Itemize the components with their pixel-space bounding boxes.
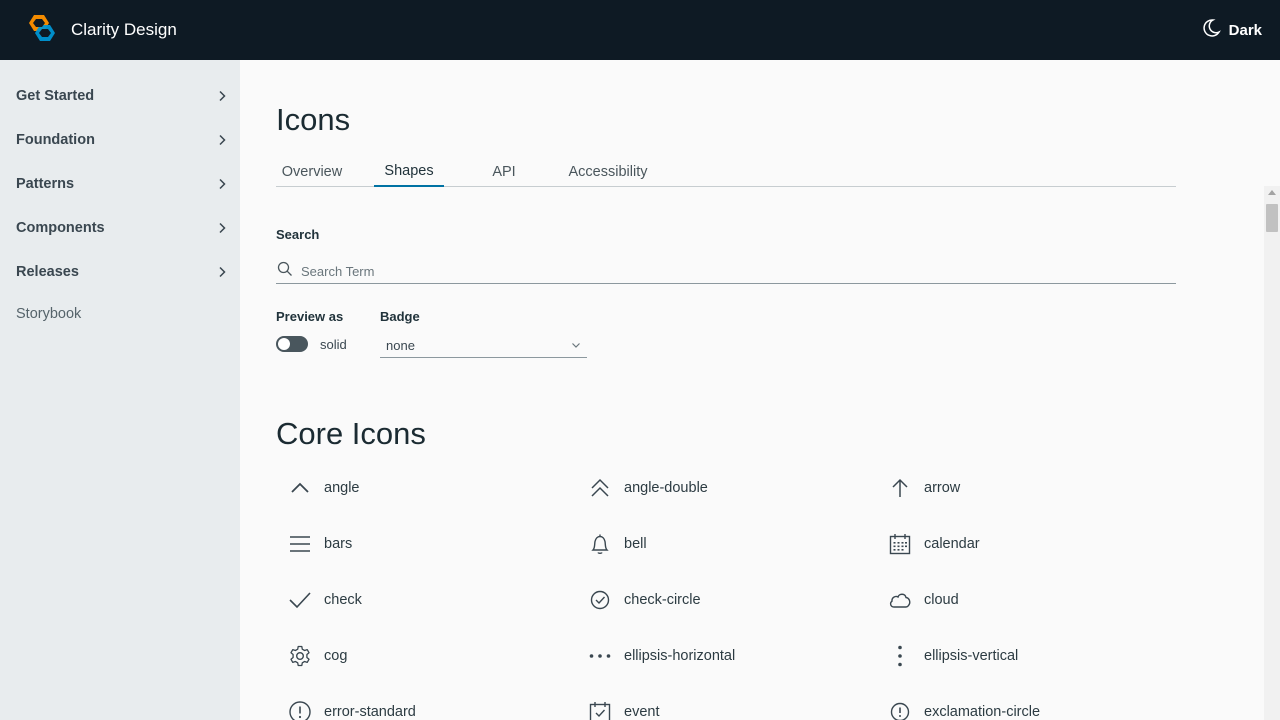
- search-field: [276, 260, 1176, 284]
- icon-tile-label: ellipsis-vertical: [924, 648, 1019, 664]
- tab-overview[interactable]: Overview: [276, 156, 348, 187]
- brand[interactable]: Clarity Design: [24, 13, 177, 48]
- icon-tile-label: cog: [324, 648, 348, 664]
- scroll-thumb[interactable]: [1266, 204, 1278, 232]
- icon-tile-label: check-circle: [624, 592, 701, 608]
- icon-tile-label: cloud: [924, 592, 959, 608]
- icon-tile-label: angle: [324, 480, 360, 496]
- sidebar-nav: Get Started Foundation Patterns Componen…: [0, 60, 240, 720]
- icon-tile-cloud[interactable]: cloud: [876, 582, 1176, 618]
- app-header: Clarity Design Dark: [0, 0, 1280, 60]
- cloud-icon: [888, 588, 912, 612]
- sidebar-item-components[interactable]: Components: [0, 206, 240, 250]
- dark-mode-label: Dark: [1228, 21, 1262, 39]
- icon-tile-label: error-standard: [324, 704, 416, 720]
- page-scrollbar[interactable]: [1264, 186, 1280, 720]
- chevron-right-icon: [216, 90, 228, 102]
- icon-tile-angle-double[interactable]: angle-double: [576, 470, 876, 506]
- angle-double-icon: [588, 476, 612, 500]
- sidebar-item-foundation[interactable]: Foundation: [0, 118, 240, 162]
- icon-tile-arrow[interactable]: arrow: [876, 470, 1176, 506]
- cog-icon: [288, 644, 312, 668]
- event-icon: [588, 700, 612, 720]
- chevron-down-icon: [571, 338, 581, 353]
- clarity-logo-icon: [24, 13, 60, 48]
- brand-title: Clarity Design: [71, 20, 177, 39]
- badge-select-value: none: [386, 338, 415, 353]
- search-input[interactable]: [301, 264, 1161, 279]
- search-icon: [277, 261, 293, 282]
- preview-as-label: Preview as: [276, 309, 344, 324]
- icon-tile-label: exclamation-circle: [924, 704, 1041, 720]
- ellipsis-horizontal-icon: [588, 644, 612, 668]
- icon-grid: angle angle-double arrow bars bell calen…: [276, 470, 1176, 720]
- icon-tile-exclamation-circle[interactable]: exclamation-circle: [876, 694, 1176, 720]
- icon-tile-bell[interactable]: bell: [576, 526, 876, 562]
- badge-label: Badge: [380, 309, 420, 324]
- angle-icon: [288, 476, 312, 500]
- sidebar-item-releases[interactable]: Releases: [0, 250, 240, 294]
- icon-tile-error-standard[interactable]: error-standard: [276, 694, 576, 720]
- badge-select[interactable]: none: [380, 334, 587, 358]
- tab-shapes[interactable]: Shapes: [374, 156, 444, 187]
- icon-tile-check[interactable]: check: [276, 582, 576, 618]
- solid-toggle[interactable]: solid: [276, 336, 347, 352]
- search-label: Search: [276, 227, 320, 242]
- icon-tile-ellipsis-horizontal[interactable]: ellipsis-horizontal: [576, 638, 876, 674]
- toggle-label: solid: [320, 336, 347, 352]
- icon-tile-label: ellipsis-horizontal: [624, 648, 736, 664]
- sidebar-link-label: Storybook: [16, 306, 82, 322]
- toggle-switch[interactable]: [276, 336, 308, 352]
- dark-mode-toggle[interactable]: Dark: [1201, 18, 1262, 42]
- icon-tile-label: arrow: [924, 480, 961, 496]
- exclamation-circle-icon: [888, 700, 912, 720]
- sidebar-item-get-started[interactable]: Get Started: [0, 74, 240, 118]
- bell-icon: [588, 532, 612, 556]
- chevron-right-icon: [216, 178, 228, 190]
- error-standard-icon: [288, 700, 312, 720]
- icon-tile-cog[interactable]: cog: [276, 638, 576, 674]
- check-icon: [288, 588, 312, 612]
- bars-icon: [288, 532, 312, 556]
- moon-icon: [1201, 18, 1221, 42]
- page-title: Icons: [276, 102, 351, 137]
- sidebar-item-patterns[interactable]: Patterns: [0, 162, 240, 206]
- icon-tile-label: bars: [324, 536, 353, 552]
- icon-tile-label: calendar: [924, 536, 980, 552]
- sidebar-item-label: Releases: [16, 264, 79, 280]
- chevron-right-icon: [216, 134, 228, 146]
- icon-tile-check-circle[interactable]: check-circle: [576, 582, 876, 618]
- arrow-icon: [888, 476, 912, 500]
- sidebar-item-label: Components: [16, 220, 105, 236]
- icon-tile-label: bell: [624, 536, 647, 552]
- tab-accessibility[interactable]: Accessibility: [558, 156, 658, 187]
- sidebar-item-label: Patterns: [16, 176, 75, 192]
- ellipsis-vertical-icon: [888, 644, 912, 668]
- icon-tile-ellipsis-vertical[interactable]: ellipsis-vertical: [876, 638, 1176, 674]
- section-title: Core Icons: [276, 416, 426, 451]
- sidebar-link-storybook[interactable]: Storybook: [0, 294, 240, 334]
- chevron-right-icon: [216, 222, 228, 234]
- icon-tile-label: check: [324, 592, 362, 608]
- icon-tile-calendar[interactable]: calendar: [876, 526, 1176, 562]
- main-content: Icons Overview Shapes API Accessibility …: [240, 60, 1280, 720]
- sidebar-item-label: Foundation: [16, 132, 95, 148]
- tab-api[interactable]: API: [474, 156, 534, 187]
- calendar-icon: [888, 532, 912, 556]
- tab-bar: Overview Shapes API Accessibility: [276, 156, 1176, 187]
- sidebar-item-label: Get Started: [16, 88, 95, 104]
- icon-tile-label: angle-double: [624, 480, 708, 496]
- chevron-right-icon: [216, 266, 228, 278]
- icon-tile-angle[interactable]: angle: [276, 470, 576, 506]
- icon-tile-label: event: [624, 704, 660, 720]
- icon-tile-event[interactable]: event: [576, 694, 876, 720]
- check-circle-icon: [588, 588, 612, 612]
- scroll-up-arrow-icon[interactable]: [1268, 190, 1276, 195]
- icon-tile-bars[interactable]: bars: [276, 526, 576, 562]
